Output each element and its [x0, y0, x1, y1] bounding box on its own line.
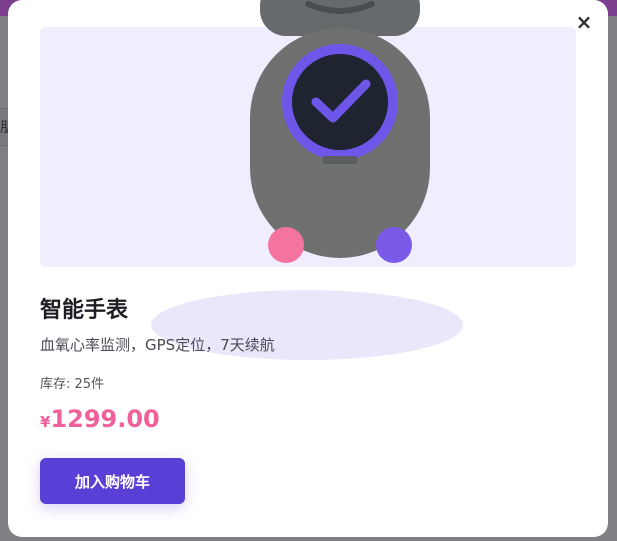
pink-dot	[268, 227, 304, 263]
product-modal: × 智能手表 血氧心率监测，GPS定位，7天续航 库存: 25件 ¥1299.0…	[8, 0, 608, 537]
product-price: ¥1299.00	[40, 405, 160, 433]
stock-count: 库存: 25件	[40, 377, 105, 392]
currency-symbol: ¥	[40, 413, 51, 431]
purple-dot	[376, 227, 412, 263]
price-amount: 1299.00	[50, 405, 160, 433]
watch-button	[322, 156, 358, 164]
product-title: 智能手表	[40, 298, 129, 323]
product-description: 血氧心率监测，GPS定位，7天续航	[40, 336, 275, 354]
product-illustration	[250, 0, 430, 263]
product-image-panel	[40, 0, 576, 267]
add-to-cart-button[interactable]: 加入购物车	[40, 458, 185, 504]
watch-face	[292, 54, 388, 150]
